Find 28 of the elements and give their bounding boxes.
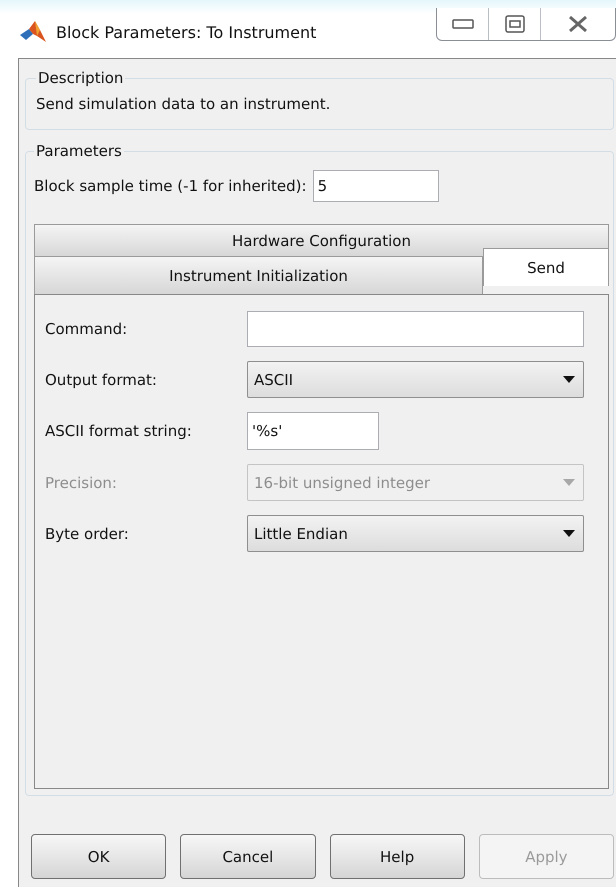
field-label: Byte order: [45, 524, 130, 542]
field-label: Block sample time (-1 for inherited): [34, 177, 307, 195]
caret-icon [563, 479, 575, 486]
close-icon [568, 16, 588, 32]
group-heading: Description [37, 69, 124, 87]
tab[interactable]: Send [483, 248, 609, 286]
field-label: Precision: [45, 474, 118, 492]
dialog-button[interactable]: OK [31, 834, 166, 879]
field-label: Output format: [45, 370, 158, 388]
tab[interactable]: Instrument Initialization [34, 256, 483, 294]
dropdown[interactable]: Little Endian [247, 515, 584, 552]
app-icon [18, 20, 48, 44]
text-field[interactable]: '%s' [247, 412, 379, 450]
caret-icon [563, 376, 575, 383]
tab[interactable]: Hardware Configuration [34, 224, 609, 256]
dropdown[interactable]: ASCII [247, 361, 584, 398]
description-text: Send simulation data to an instrument. [36, 95, 330, 113]
field-label: Command: [45, 320, 128, 338]
field-label: ASCII format string: [45, 422, 193, 440]
window-title: Block Parameters: To Instrument [56, 22, 316, 42]
dialog-button[interactable]: Help [330, 834, 465, 879]
dialog-button[interactable]: Cancel [180, 834, 316, 879]
caret-icon [563, 530, 575, 537]
text-field[interactable] [247, 311, 584, 347]
minimize-icon [452, 19, 474, 29]
sample-time-field[interactable]: 5 [312, 170, 439, 202]
group-heading: Parameters [35, 142, 123, 160]
maximize-icon [504, 15, 524, 33]
